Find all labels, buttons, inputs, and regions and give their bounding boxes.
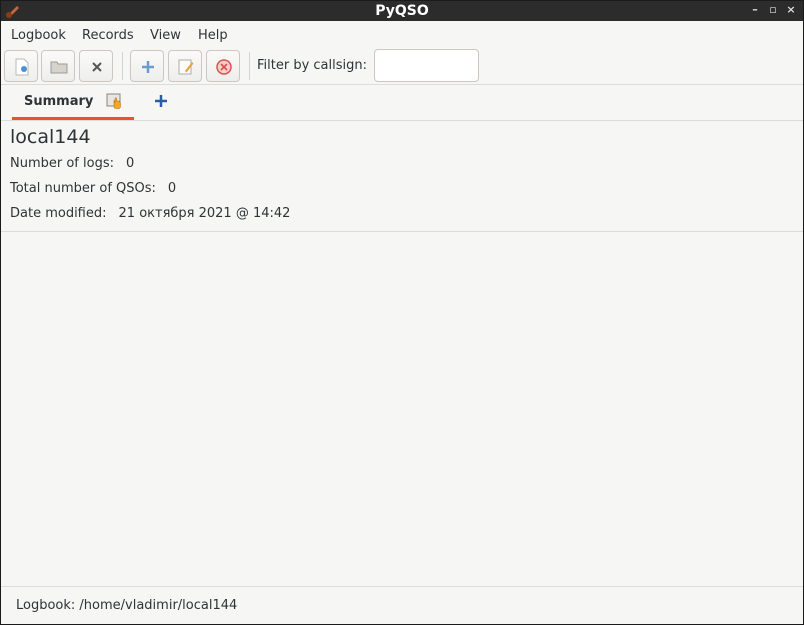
add-tab-icon[interactable] [154, 94, 168, 108]
menu-logbook[interactable]: Logbook [11, 28, 66, 43]
add-record-button[interactable] [130, 50, 164, 82]
application-window: PyQSO – ▫ × Logbook Records View Help Fi… [0, 0, 804, 625]
status-bar: Logbook: /home/vladimir/local144 [1, 586, 803, 625]
window-title: PyQSO [375, 3, 429, 19]
date-modified-value: 21 октября 2021 @ 14:42 [118, 206, 291, 221]
number-of-logs-value: 0 [126, 156, 135, 171]
add-record-icon [142, 61, 154, 73]
toolbar: Filter by callsign: [1, 48, 803, 85]
tab-bar: Summary [1, 84, 803, 121]
edit-record-button[interactable] [168, 50, 202, 82]
tab-summary-icon [106, 93, 121, 109]
window-controls: – ▫ × [749, 3, 797, 17]
menu-view[interactable]: View [150, 28, 181, 43]
total-qsos-row: Total number of QSOs: 0 [10, 181, 176, 196]
maximize-button[interactable]: ▫ [767, 3, 779, 17]
toolbar-separator [249, 52, 250, 80]
total-qsos-label: Total number of QSOs: [10, 181, 156, 196]
title-bar[interactable]: PyQSO – ▫ × [1, 1, 803, 21]
tab-summary-label: Summary [24, 94, 94, 109]
close-logbook-icon [92, 62, 102, 72]
logbook-name: local144 [10, 126, 91, 148]
close-logbook-button[interactable] [79, 50, 113, 82]
toolbar-separator [122, 52, 123, 80]
menu-bar: Logbook Records View Help [1, 21, 803, 49]
total-qsos-value: 0 [167, 181, 177, 196]
number-of-logs-row: Number of logs: 0 [10, 156, 134, 171]
logbook-summary-panel: local144 Number of logs: 0 Total number o… [1, 121, 803, 232]
menu-help[interactable]: Help [198, 28, 228, 43]
date-modified-label: Date modified: [10, 206, 107, 221]
delete-record-button[interactable] [206, 50, 240, 82]
close-window-button[interactable]: × [785, 3, 797, 17]
open-logbook-button[interactable] [41, 50, 75, 82]
filter-label: Filter by callsign: [257, 58, 367, 73]
edit-record-icon [178, 59, 194, 75]
new-logbook-icon [15, 58, 29, 76]
tab-summary[interactable]: Summary [12, 84, 134, 120]
callsign-filter-input[interactable] [374, 49, 479, 82]
number-of-logs-label: Number of logs: [10, 156, 114, 171]
minimize-button[interactable]: – [749, 3, 761, 17]
new-logbook-button[interactable] [4, 50, 38, 82]
menu-records[interactable]: Records [82, 28, 134, 43]
status-logbook-path: Logbook: /home/vladimir/local144 [16, 598, 238, 613]
open-logbook-icon [50, 61, 68, 74]
date-modified-row: Date modified: 21 октября 2021 @ 14:42 [10, 206, 290, 221]
delete-record-icon [216, 59, 232, 75]
